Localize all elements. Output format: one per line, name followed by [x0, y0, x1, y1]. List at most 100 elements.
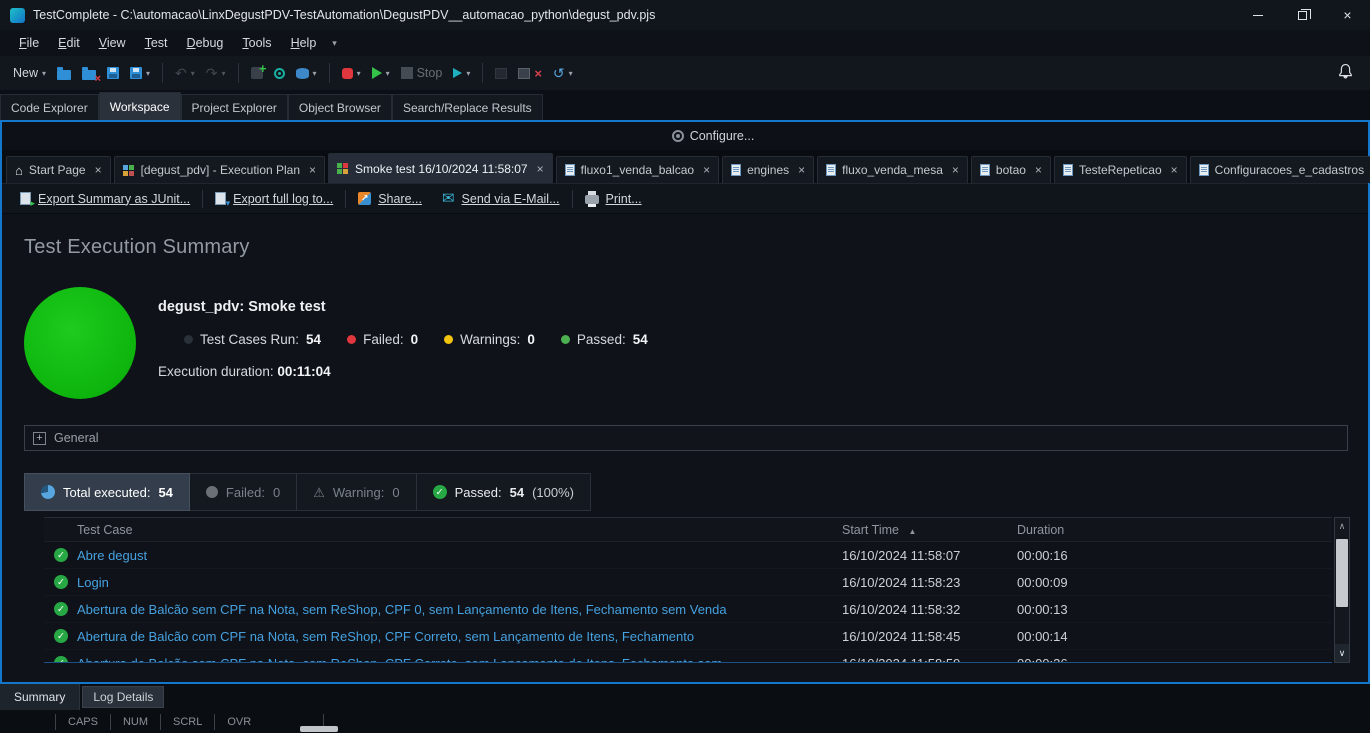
scroll-down-icon[interactable]: ∨: [1335, 644, 1349, 662]
add-project-item-button[interactable]: [246, 60, 268, 86]
app-icon: [10, 8, 25, 23]
minimize-button[interactable]: [1235, 0, 1280, 30]
record-test-button[interactable]: ▾: [337, 60, 366, 86]
stop-button[interactable]: Stop: [396, 60, 448, 86]
document-tab-start-page[interactable]: ⌂ Start Page ×: [6, 156, 111, 183]
tab-workspace[interactable]: Workspace: [99, 92, 181, 120]
rerun-button[interactable]: ↺ ▾: [548, 60, 578, 86]
close-project-button[interactable]: ×: [77, 60, 101, 86]
tab-summary[interactable]: Summary: [0, 684, 80, 710]
document-tab-label: Smoke test 16/10/2024 11:58:07: [355, 162, 528, 176]
filter-warning[interactable]: ⚠ Warning: 0: [297, 473, 416, 511]
table-row[interactable]: ✓ Login 16/10/2024 11:58:23 00:00:09: [44, 569, 1332, 596]
filter-failed[interactable]: Failed: 0: [190, 473, 297, 511]
expand-icon[interactable]: +: [33, 432, 46, 445]
document-tab-engines[interactable]: engines ×: [722, 156, 814, 183]
table-row[interactable]: ✓ Abre degust 16/10/2024 11:58:07 00:00:…: [44, 542, 1332, 569]
tab-close-icon[interactable]: ×: [952, 163, 959, 177]
menu-help[interactable]: Help: [282, 33, 326, 53]
tab-log-details[interactable]: Log Details: [82, 686, 164, 708]
general-section-header[interactable]: + General: [24, 425, 1348, 451]
send-email-button[interactable]: ✉ Send via E-Mail...: [434, 191, 568, 206]
tab-close-icon[interactable]: ×: [703, 163, 710, 177]
menu-view[interactable]: View: [90, 33, 135, 53]
clear-log-button[interactable]: ×: [513, 60, 547, 86]
undo-button[interactable]: ↶ ▾: [170, 60, 200, 86]
menu-edit[interactable]: Edit: [49, 33, 89, 53]
column-test-case[interactable]: Test Case: [44, 523, 842, 537]
tab-close-icon[interactable]: ×: [798, 163, 805, 177]
results-pie-chart: [24, 287, 136, 399]
horizontal-scrollbar-thumb[interactable]: [300, 726, 338, 732]
test-case-link[interactable]: Abertura de Balcão sem CPF na Nota, com …: [77, 656, 722, 664]
stats-row: Test Cases Run: 54 Failed: 0 Warnings: 0: [184, 332, 648, 347]
table-row[interactable]: ✓ Abertura de Balcão com CPF na Nota, se…: [44, 623, 1332, 650]
filter-total-executed[interactable]: Total executed: 54: [24, 473, 190, 511]
open-button[interactable]: [52, 60, 76, 86]
run-test-button[interactable]: ▾: [367, 60, 395, 86]
column-duration[interactable]: Duration: [1017, 523, 1332, 537]
table-row[interactable]: ✓ Abertura de Balcão sem CPF na Nota, se…: [44, 596, 1332, 623]
document-tab-configuracoes-e-cadastros[interactable]: Configuracoes_e_cadastros ×: [1190, 156, 1370, 183]
test-case-link[interactable]: Abertura de Balcão sem CPF na Nota, sem …: [77, 602, 727, 617]
table-row[interactable]: ✓ Abertura de Balcão sem CPF na Nota, co…: [44, 650, 1332, 663]
checkpoint-button[interactable]: [269, 60, 290, 86]
test-case-link[interactable]: Login: [77, 575, 109, 590]
redo-button[interactable]: ↷ ▾: [201, 60, 231, 86]
tab-close-icon[interactable]: ×: [1035, 163, 1042, 177]
tab-search-replace-results[interactable]: Search/Replace Results: [392, 94, 543, 120]
document-tab-testerepeticao[interactable]: TesteRepeticao ×: [1054, 156, 1187, 183]
script-file-icon: [1199, 164, 1209, 176]
scrollbar-thumb[interactable]: [1336, 539, 1348, 607]
close-button[interactable]: ×: [1325, 0, 1370, 30]
share-button[interactable]: ↗ Share...: [350, 192, 430, 206]
save-button[interactable]: [102, 60, 124, 86]
menu-overflow-chevron-icon[interactable]: ▾: [326, 38, 343, 49]
filter-passed[interactable]: ✓ Passed: 54 (100%): [417, 473, 591, 511]
data-generator-button[interactable]: ▾: [291, 60, 322, 86]
document-tab-execution-plan[interactable]: [degust_pdv] - Execution Plan ×: [114, 156, 325, 183]
toolbar-separator: [238, 63, 239, 83]
tab-close-icon[interactable]: ×: [309, 163, 316, 177]
document-tab-fluxo-venda-mesa[interactable]: fluxo_venda_mesa ×: [817, 156, 968, 183]
menu-debug[interactable]: Debug: [178, 33, 233, 53]
vertical-scrollbar[interactable]: ∧ ∨: [1334, 517, 1350, 663]
restore-button[interactable]: [1280, 0, 1325, 30]
test-case-link[interactable]: Abre degust: [77, 548, 147, 563]
notifications-button[interactable]: [1329, 63, 1362, 83]
menu-file[interactable]: File: [10, 33, 48, 53]
run-with-debug-button[interactable]: ▾: [448, 60, 475, 86]
export-log-button[interactable]: ▾ Export full log to...: [207, 192, 341, 206]
menu-tools[interactable]: Tools: [233, 33, 280, 53]
new-button-label: New: [13, 66, 38, 80]
new-button[interactable]: New ▾: [8, 60, 51, 86]
start-time-cell: 16/10/2024 11:58:45: [842, 629, 1017, 644]
document-tab-fluxo1-venda-balcao[interactable]: fluxo1_venda_balcao ×: [556, 156, 719, 183]
configure-link[interactable]: Configure...: [672, 129, 755, 143]
pause-log-button[interactable]: [490, 60, 512, 86]
chevron-down-icon: ▾: [313, 69, 317, 78]
run-icon: [372, 67, 382, 79]
tab-close-icon[interactable]: ×: [537, 162, 544, 176]
document-tab-smoke-test-log[interactable]: Smoke test 16/10/2024 11:58:07 ×: [328, 153, 553, 183]
tab-project-explorer[interactable]: Project Explorer: [181, 94, 288, 120]
test-log-icon: [337, 163, 342, 168]
title-bar: TestComplete - C:\automacao\LinxDegustPD…: [0, 0, 1370, 30]
tab-close-icon[interactable]: ×: [1171, 163, 1178, 177]
filter-label: Passed:: [455, 485, 502, 500]
redo-icon: ↷: [206, 66, 218, 80]
toolbar-separator: [482, 63, 483, 83]
save-all-button[interactable]: ▾: [125, 60, 155, 86]
tab-object-browser[interactable]: Object Browser: [288, 94, 392, 120]
column-start-time[interactable]: Start Time ▲: [842, 523, 1017, 537]
scroll-up-icon[interactable]: ∧: [1335, 518, 1349, 534]
export-junit-button[interactable]: ▸ Export Summary as JUnit...: [12, 192, 198, 206]
print-button[interactable]: Print...: [577, 192, 650, 206]
tab-close-icon[interactable]: ×: [95, 163, 102, 177]
tab-code-explorer[interactable]: Code Explorer: [0, 94, 99, 120]
summary-overview: degust_pdv: Smoke test Test Cases Run: 5…: [24, 287, 1348, 399]
menu-test[interactable]: Test: [136, 33, 177, 53]
document-tab-botao[interactable]: botao ×: [971, 156, 1051, 183]
result-filter-tabs: Total executed: 54 Failed: 0 ⚠ Warning: …: [24, 473, 1348, 511]
test-case-link[interactable]: Abertura de Balcão com CPF na Nota, sem …: [77, 629, 694, 644]
